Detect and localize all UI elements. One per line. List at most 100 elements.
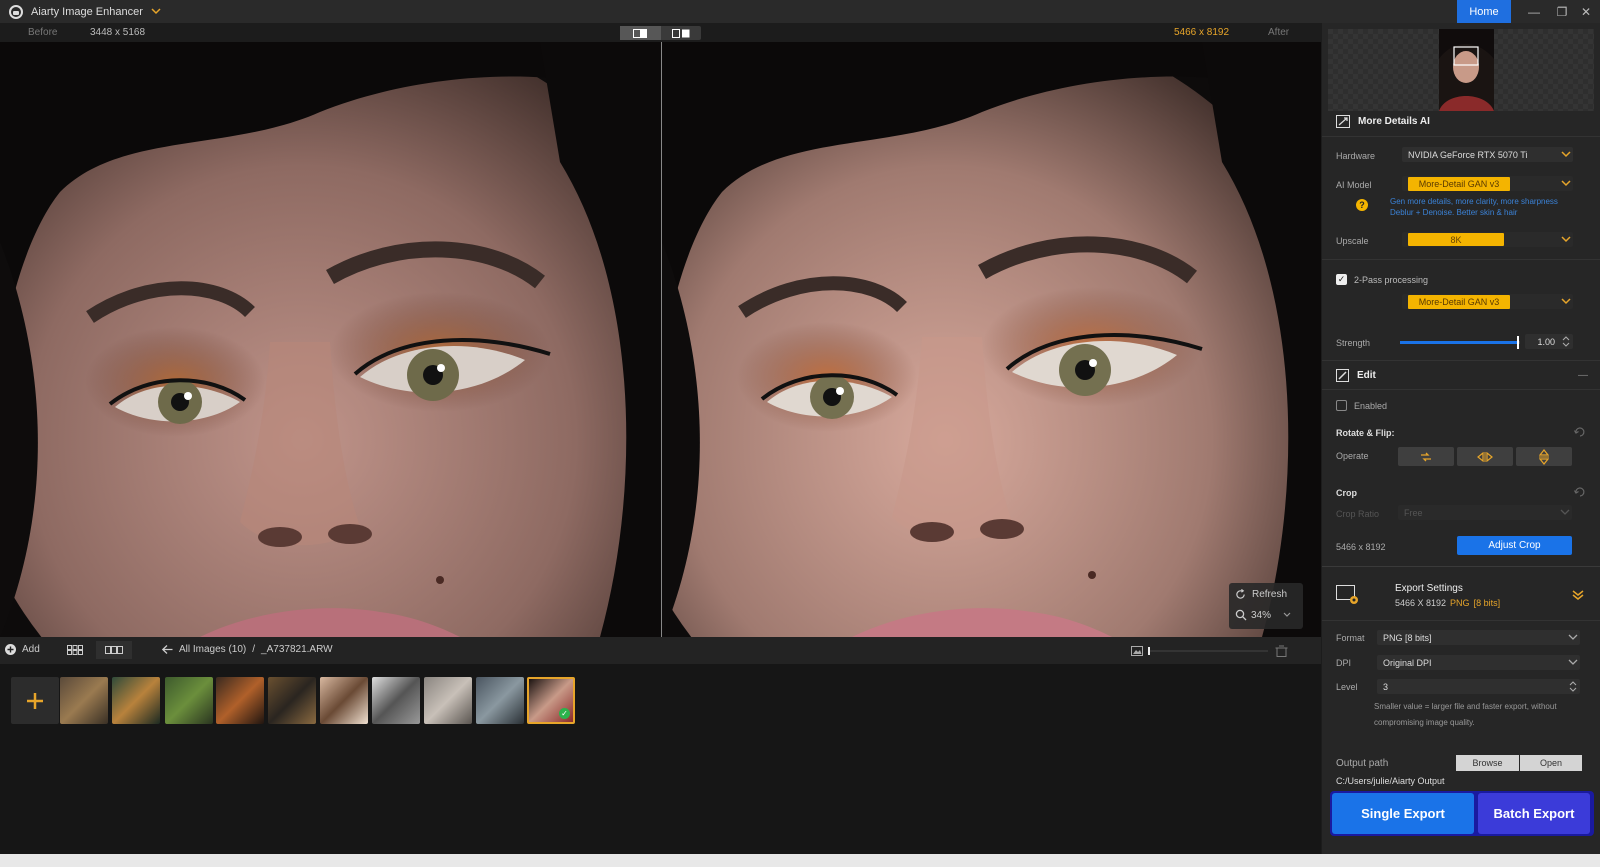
collapse-icon[interactable]: — [1578, 370, 1588, 381]
after-label: After [1268, 27, 1290, 38]
dpi-value: Original DPI [1383, 657, 1432, 668]
single-export-button[interactable]: Single Export [1332, 793, 1474, 834]
flip-vertical-button[interactable] [1516, 447, 1572, 466]
back-arrow-icon[interactable] [162, 645, 173, 654]
navigator-preview[interactable] [1328, 29, 1594, 111]
output-path-label: Output path [1336, 758, 1389, 769]
reset-icon[interactable] [1573, 427, 1586, 439]
chevron-down-icon [1566, 659, 1580, 666]
filmstrip: ✓ [0, 664, 1321, 854]
thumb-forest-cottage[interactable] [165, 677, 213, 724]
thumb-leopard[interactable] [60, 677, 108, 724]
divider [1322, 566, 1600, 567]
zoom-control: Refresh 34% [1229, 583, 1303, 629]
stepper-icon[interactable] [1559, 336, 1573, 347]
batch-export-button[interactable]: Batch Export [1478, 793, 1590, 834]
divider [1322, 360, 1600, 361]
thumb-animal-portrait[interactable] [268, 677, 316, 724]
strength-slider-handle[interactable] [1516, 336, 1519, 349]
flip-vertical-icon [1539, 448, 1549, 465]
plus-icon [27, 692, 43, 709]
reset-icon[interactable] [1573, 487, 1586, 499]
trash-icon[interactable] [1275, 645, 1288, 657]
refresh-button[interactable]: Refresh [1235, 589, 1287, 600]
edit-icon [1336, 369, 1349, 382]
thumb-burger[interactable] [216, 677, 264, 724]
divider [1322, 259, 1600, 260]
two-pass-model-select[interactable]: More-Detail GAN v3 [1402, 294, 1573, 309]
app-title: Aiarty Image Enhancer [31, 5, 143, 18]
export-size: 5466 X 8192 [1395, 598, 1447, 608]
breadcrumb-folder[interactable]: All Images (10) [179, 644, 246, 655]
divider [1322, 136, 1600, 137]
format-select[interactable]: PNG [8 bits] [1377, 630, 1580, 645]
strength-slider-fill [1400, 341, 1518, 344]
add-label: Add [22, 644, 40, 655]
zoom-select[interactable]: 34% [1235, 609, 1291, 621]
minimize-button[interactable]: — [1520, 0, 1548, 23]
ai-model-select[interactable]: More-Detail GAN v3 [1402, 176, 1573, 191]
flip-horizontal-button[interactable] [1457, 447, 1513, 466]
level-input[interactable]: 3 [1377, 679, 1580, 694]
settings-panel: More Details AI Hardware NVIDIA GeForce … [1322, 23, 1600, 854]
before-face-image [0, 42, 661, 637]
upscale-label: Upscale [1336, 236, 1369, 246]
split-view-icon [633, 28, 648, 38]
grid-view-button[interactable] [63, 643, 87, 657]
edit-enabled-checkbox[interactable] [1336, 400, 1347, 411]
add-images-button[interactable]: Add [5, 644, 40, 655]
compare-header: Before 3448 x 5168 5466 x 8192 After [0, 23, 1321, 42]
browse-button[interactable]: Browse [1456, 755, 1519, 771]
add-thumbnail-button[interactable] [11, 677, 59, 724]
hardware-select[interactable]: NVIDIA GeForce RTX 5070 Ti [1402, 147, 1573, 162]
open-folder-button[interactable]: Open [1520, 755, 1582, 771]
strength-slider[interactable] [1400, 335, 1520, 349]
home-button[interactable]: Home [1457, 0, 1511, 23]
help-icon[interactable]: ? [1356, 199, 1368, 211]
thumb-current-portrait[interactable]: ✓ [527, 677, 575, 724]
chevron-down-icon[interactable] [151, 7, 161, 17]
image-size-icon [1131, 646, 1143, 656]
level-label: Level [1336, 682, 1358, 692]
filmstrip-view-button[interactable] [96, 641, 132, 659]
breadcrumb-separator: / [252, 644, 256, 655]
breadcrumb: All Images (10) / _A737821.ARW [162, 644, 333, 655]
filmstrip-toolbar: Add All Images (10) / _A737821.ARW [0, 637, 1321, 664]
upscale-select[interactable]: 8K [1402, 232, 1573, 247]
dual-view-icon [671, 28, 690, 38]
dual-view-button[interactable] [661, 26, 702, 40]
thumb-dog[interactable] [476, 677, 524, 724]
divider [1322, 389, 1600, 390]
thumb-bw-scene[interactable] [372, 677, 420, 724]
chevron-down-icon [1566, 634, 1580, 641]
after-size: 5466 x 8192 [1174, 27, 1230, 38]
ai-model-value: More-Detail GAN v3 [1408, 176, 1510, 191]
stepper-icon[interactable] [1566, 681, 1580, 692]
thumb-woman-portrait[interactable] [320, 677, 368, 724]
strength-input[interactable]: 1.00 [1525, 334, 1573, 349]
rotate-flip-title: Rotate & Flip: [1336, 428, 1395, 438]
chevron-down-icon [1559, 180, 1573, 187]
level-hint-line-1: Smaller value = larger file and faster e… [1374, 702, 1557, 711]
adjust-crop-button[interactable]: Adjust Crop [1457, 536, 1572, 555]
side-by-side-view-button[interactable] [620, 26, 661, 40]
thumb-tiger[interactable] [112, 677, 160, 724]
double-chevron-down-icon[interactable] [1572, 589, 1584, 603]
after-image-pane[interactable] [662, 42, 1321, 637]
thumbnail-size-slider[interactable] [1131, 645, 1289, 657]
after-face-image [662, 42, 1321, 637]
refresh-icon [1236, 589, 1245, 599]
two-pass-checkbox[interactable]: ✓ [1336, 274, 1347, 285]
more-details-ai-title: More Details AI [1358, 116, 1430, 127]
upscale-value: 8K [1408, 233, 1504, 246]
refresh-label: Refresh [1252, 589, 1288, 600]
rotate-button[interactable] [1398, 447, 1454, 466]
edit-header[interactable]: Edit [1336, 369, 1376, 382]
crop-ratio-select[interactable]: Free [1398, 505, 1572, 520]
chevron-down-icon [1283, 612, 1291, 617]
close-button[interactable]: ✕ [1572, 0, 1600, 23]
dpi-select[interactable]: Original DPI [1377, 655, 1580, 670]
magnifier-icon [1235, 609, 1247, 621]
thumb-standing-figure[interactable] [424, 677, 472, 724]
before-image-pane[interactable] [0, 42, 661, 637]
